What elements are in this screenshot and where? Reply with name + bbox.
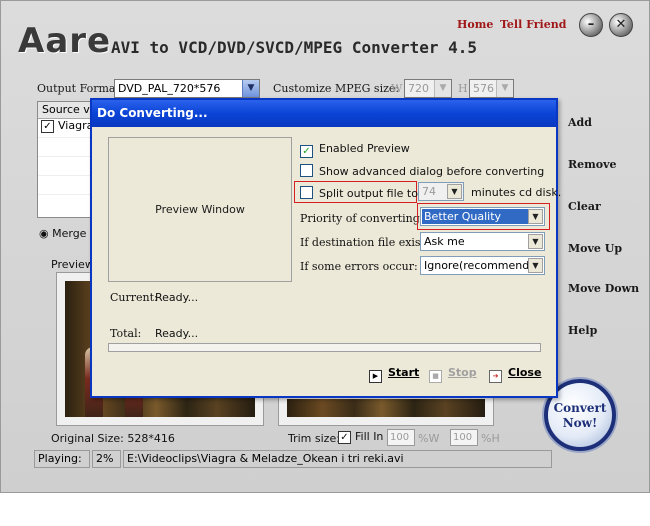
- main-window: Aare AVI to VCD/DVD/SVCD/MPEG Converter …: [0, 0, 650, 493]
- remove-button[interactable]: Remove: [568, 158, 617, 171]
- checkbox-checked-icon[interactable]: ✓: [338, 430, 351, 444]
- exists-select[interactable]: Ask me ▼: [420, 232, 545, 251]
- move-up-button[interactable]: Move Up: [568, 242, 622, 255]
- priority-select[interactable]: Better Quality ▼: [420, 207, 545, 226]
- checkbox-unchecked-icon[interactable]: [300, 164, 313, 177]
- play-icon: ▶: [369, 370, 382, 383]
- trim-height-unit: %H: [481, 432, 500, 445]
- list-item-empty: [38, 157, 92, 176]
- source-video-list[interactable]: Source vi ✓ Viagra: [37, 101, 93, 218]
- chevron-down-icon: ▼: [528, 234, 543, 249]
- list-item-label: Viagra: [58, 119, 92, 132]
- start-label: Start: [388, 366, 420, 379]
- current-status: Ready...: [155, 291, 199, 304]
- list-item-empty: [38, 138, 92, 157]
- preview-label: Preview: [51, 258, 94, 271]
- fill-in-option[interactable]: ✓ Fill In: [338, 430, 383, 444]
- checkbox-checked-icon[interactable]: ✓: [41, 119, 54, 133]
- total-status: Ready...: [155, 327, 199, 340]
- trim-width-input[interactable]: 100: [387, 429, 415, 446]
- status-playing: Playing:: [34, 450, 90, 468]
- total-label: Total:: [110, 327, 142, 340]
- minimize-button[interactable]: –: [579, 13, 603, 37]
- app-title: AVI to VCD/DVD/SVCD/MPEG Converter 4.5: [111, 38, 478, 57]
- total-progress-bar: [108, 343, 541, 352]
- source-list-header[interactable]: Source vi: [38, 102, 92, 119]
- enabled-preview-label: Enabled Preview: [319, 142, 410, 155]
- show-advanced-option[interactable]: Show advanced dialog before converting: [300, 164, 544, 178]
- clear-button[interactable]: Clear: [568, 200, 601, 213]
- split-minutes-select[interactable]: 74 ▼: [418, 182, 464, 201]
- priority-label: Priority of converting:: [300, 212, 424, 225]
- close-button[interactable]: ✕: [609, 13, 633, 37]
- chevron-down-icon: ▼: [447, 184, 462, 199]
- fill-in-label: Fill In: [355, 430, 384, 443]
- help-button[interactable]: Help: [568, 324, 597, 337]
- video-frame: [287, 399, 485, 417]
- convert-label-now: Now!: [562, 416, 598, 430]
- close-dialog-button[interactable]: ➔ Close: [489, 366, 541, 383]
- checkbox-unchecked-icon[interactable]: [300, 186, 313, 199]
- width-label: W: [391, 82, 403, 95]
- status-bar: Playing: 2% E:\Videoclips\Viagra & Melad…: [34, 450, 552, 468]
- split-label: Split output file to fit: [319, 187, 433, 200]
- converting-dialog: Do Converting... Preview Window ✓ Enabled…: [90, 98, 562, 398]
- status-file-path: E:\Videoclips\Viagra & Meladze_Okean i t…: [123, 450, 552, 468]
- output-format-value: DVD_PAL_720*576: [118, 82, 221, 95]
- height-label: H: [458, 82, 468, 95]
- output-format-label: Output Format:: [37, 82, 124, 95]
- show-advanced-label: Show advanced dialog before converting: [319, 165, 545, 178]
- split-suffix: minutes cd disk.: [471, 186, 562, 199]
- mpeg-height-select[interactable]: 576 ▼: [469, 79, 514, 98]
- split-option[interactable]: Split output file to fit: [300, 186, 433, 200]
- status-percent: 2%: [92, 450, 121, 468]
- app-logo: Aare: [18, 21, 112, 61]
- chevron-down-icon: ▼: [528, 209, 543, 224]
- chevron-down-icon: ▼: [496, 80, 513, 97]
- move-down-button[interactable]: Move Down: [568, 282, 639, 295]
- trim-width-unit: %W: [418, 432, 440, 445]
- chevron-down-icon: ▼: [434, 80, 451, 97]
- list-item-empty: [38, 176, 92, 195]
- mpeg-width-select[interactable]: 720 ▼: [404, 79, 452, 98]
- errors-select[interactable]: Ignore(recommended) ▼: [420, 256, 545, 275]
- mpeg-width-value: 720: [408, 82, 429, 95]
- exit-icon: ➔: [489, 370, 502, 383]
- errors-value: Ignore(recommended): [424, 259, 545, 272]
- errors-label: If some errors occur:: [300, 260, 418, 273]
- exists-value: Ask me: [424, 235, 465, 248]
- convert-label: Convert: [553, 401, 607, 415]
- radio-selected-icon[interactable]: ◉: [39, 227, 49, 240]
- chevron-down-icon: ▼: [242, 80, 259, 97]
- original-size: Original Size: 528*416: [51, 432, 175, 445]
- stop-label: Stop: [448, 366, 477, 379]
- trim-height-input[interactable]: 100: [450, 429, 478, 446]
- mpeg-height-value: 576: [473, 82, 494, 95]
- dialog-title[interactable]: Do Converting...: [92, 100, 556, 127]
- stop-button[interactable]: ■ Stop: [429, 366, 477, 383]
- chevron-down-icon: ▼: [528, 258, 543, 273]
- preview-window: Preview Window: [108, 137, 292, 282]
- priority-value: Better Quality: [422, 209, 532, 224]
- merge-option[interactable]: ◉ Merge a: [39, 227, 97, 240]
- home-link[interactable]: Home: [457, 18, 493, 31]
- enabled-preview-option[interactable]: ✓ Enabled Preview: [300, 142, 410, 158]
- exists-label: If destination file exists:: [300, 236, 435, 249]
- current-label: Current:: [110, 291, 158, 304]
- output-format-select[interactable]: DVD_PAL_720*576 ▼: [114, 79, 260, 98]
- checkbox-checked-icon[interactable]: ✓: [300, 145, 313, 158]
- close-label: Close: [508, 366, 542, 379]
- add-button[interactable]: Add: [568, 116, 592, 129]
- start-button[interactable]: ▶ Start: [369, 366, 419, 383]
- tell-friend-link[interactable]: Tell Friend: [500, 18, 566, 31]
- mpeg-size-label: Customize MPEG size:: [273, 82, 400, 95]
- list-item[interactable]: ✓ Viagra: [38, 119, 92, 138]
- trim-size-label: Trim size:: [288, 432, 340, 445]
- stop-icon: ■: [429, 370, 442, 383]
- split-minutes-value: 74: [422, 185, 436, 198]
